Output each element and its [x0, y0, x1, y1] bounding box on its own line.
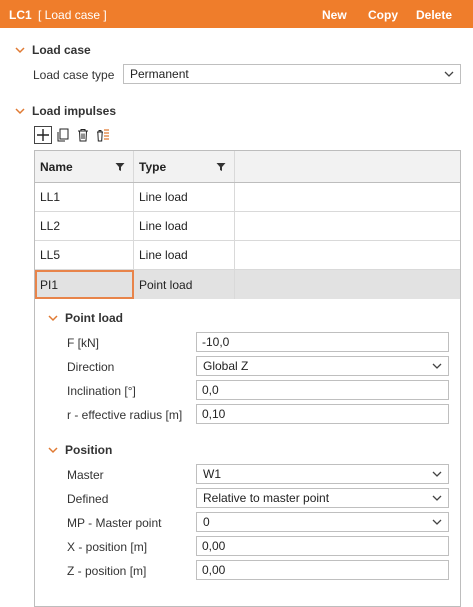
master-point-select[interactable]: 0 — [196, 512, 449, 532]
x-position-input[interactable]: 0,00 — [196, 536, 449, 556]
force-label: F [kN] — [67, 336, 99, 350]
point-load-section-header[interactable]: Point load — [47, 310, 123, 326]
filter-icon[interactable] — [115, 162, 125, 172]
load-case-section-header[interactable]: Load case — [14, 42, 91, 58]
add-button[interactable] — [34, 126, 52, 144]
row-type: Point load — [134, 270, 235, 299]
load-impulses-section-title: Load impulses — [32, 104, 117, 118]
force-input[interactable]: -10,0 — [196, 332, 449, 352]
table-row[interactable]: LL5 Line load — [35, 241, 460, 270]
master-select[interactable]: W1 — [196, 464, 449, 484]
row-name: LL5 — [35, 241, 134, 269]
column-header-type-label: Type — [139, 159, 167, 174]
defined-label: Defined — [67, 492, 109, 506]
master-point-label: MP - Master point — [67, 516, 162, 530]
add-icon — [37, 129, 49, 141]
load-impulses-section-header[interactable]: Load impulses — [14, 103, 116, 119]
chevron-down-icon — [48, 315, 58, 322]
table-header: Name Type — [35, 151, 460, 183]
chevron-down-icon — [432, 519, 442, 525]
copy-icon — [57, 128, 69, 142]
row-name[interactable]: PI1 — [35, 270, 134, 299]
chevron-down-icon — [15, 47, 25, 54]
point-load-section-title: Point load — [65, 311, 123, 325]
master-value: W1 — [203, 467, 221, 481]
z-position-input[interactable]: 0,00 — [196, 560, 449, 580]
table-row[interactable]: LL2 Line load — [35, 212, 460, 241]
delete-button[interactable]: Delete — [416, 8, 452, 22]
table-row[interactable]: LL1 Line load — [35, 183, 460, 212]
chevron-down-icon — [432, 363, 442, 369]
load-case-type-label: Load case type — [33, 68, 115, 82]
load-case-section-title: Load case — [32, 43, 91, 57]
z-position-label: Z - position [m] — [67, 564, 147, 578]
header-subtitle: [ Load case ] — [38, 8, 107, 22]
direction-value: Global Z — [203, 359, 249, 373]
position-section-header[interactable]: Position — [47, 442, 112, 458]
load-case-type-value: Permanent — [130, 67, 189, 81]
impulses-toolbar — [34, 126, 112, 144]
inclination-input[interactable]: 0,0 — [196, 380, 449, 400]
delete-icon — [78, 129, 88, 142]
x-position-label: X - position [m] — [67, 540, 148, 554]
position-section-title: Position — [65, 443, 113, 457]
delete-all-button[interactable] — [94, 126, 112, 144]
column-header-name[interactable]: Name — [35, 151, 134, 182]
row-type: Line load — [134, 183, 235, 211]
table-row-selected[interactable]: PI1 Point load — [35, 270, 460, 299]
chevron-down-icon — [48, 447, 58, 454]
delete-impulse-button[interactable] — [74, 126, 92, 144]
master-point-value: 0 — [203, 515, 210, 529]
copy-impulse-button[interactable] — [54, 126, 72, 144]
defined-select[interactable]: Relative to master point — [196, 488, 449, 508]
chevron-down-icon — [444, 71, 454, 77]
row-type: Line load — [134, 241, 235, 269]
row-name: LL1 — [35, 183, 134, 211]
master-label: Master — [67, 468, 104, 482]
copy-button[interactable]: Copy — [368, 8, 398, 22]
direction-label: Direction — [67, 360, 115, 374]
new-button[interactable]: New — [322, 8, 347, 22]
chevron-down-icon — [15, 108, 25, 115]
filter-icon[interactable] — [216, 162, 226, 172]
column-header-type[interactable]: Type — [134, 151, 235, 182]
load-case-id: LC1 — [9, 8, 32, 22]
effective-radius-input[interactable]: 0,10 — [196, 404, 449, 424]
inclination-label: Inclination [°] — [67, 384, 136, 398]
impulses-table: Name Type LL1 Line load LL2 Line load LL… — [34, 150, 461, 299]
effective-radius-label: r - effective radius [m] — [67, 408, 183, 422]
chevron-down-icon — [432, 471, 442, 477]
column-header-name-label: Name — [40, 159, 73, 174]
row-name: LL2 — [35, 212, 134, 240]
load-case-type-select[interactable]: Permanent — [123, 64, 461, 84]
delete-all-icon — [97, 129, 109, 142]
chevron-down-icon — [432, 495, 442, 501]
header-bar: LC1 [ Load case ] New Copy Delete — [0, 0, 473, 28]
direction-select[interactable]: Global Z — [196, 356, 449, 376]
defined-value: Relative to master point — [203, 491, 330, 505]
row-type: Line load — [134, 212, 235, 240]
